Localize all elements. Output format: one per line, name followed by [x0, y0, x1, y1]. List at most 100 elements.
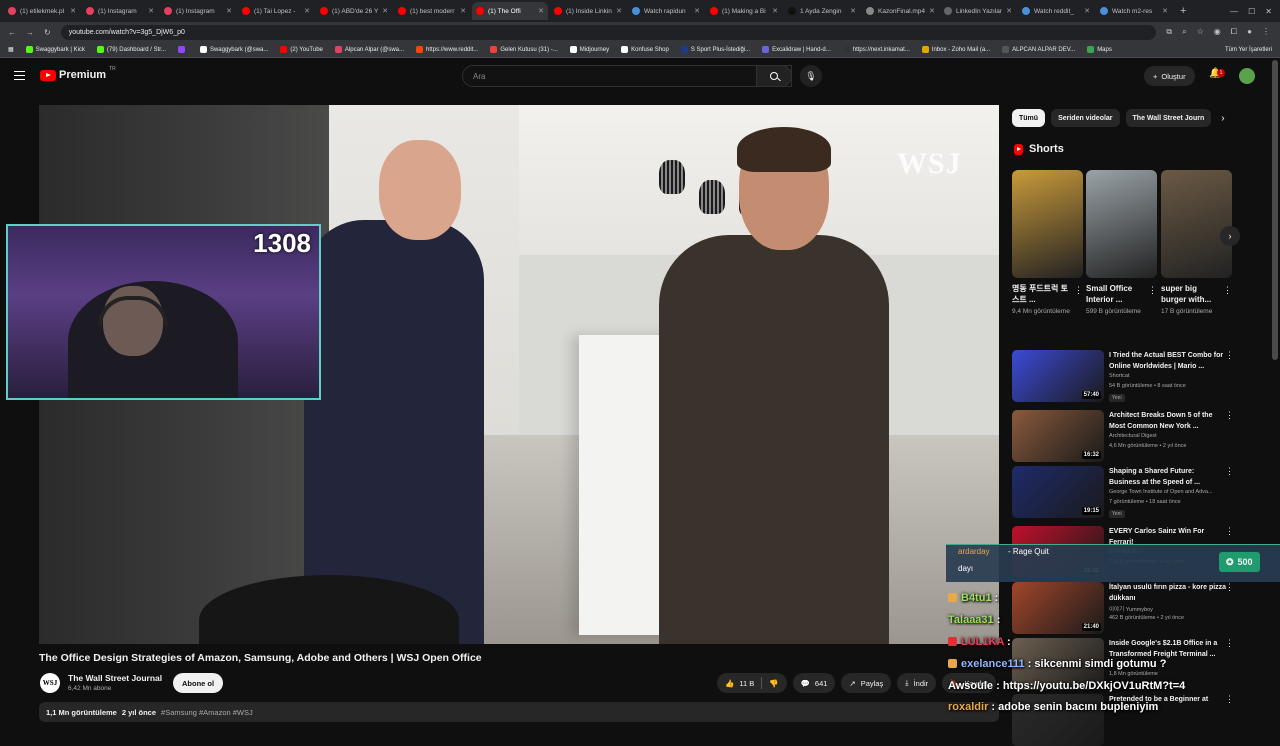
browser-tab[interactable]: (1) Instagram ✕ [82, 2, 158, 20]
browser-tab[interactable]: KazonFinal.mp4 ✕ [862, 2, 938, 20]
maximize-icon[interactable]: ☐ [1248, 7, 1255, 16]
more-options-icon[interactable]: ⋮ [1223, 285, 1232, 296]
forward-icon[interactable]: → [26, 28, 34, 37]
short-card[interactable]: 명동 푸드트럭 토스트 ... 9,4 Mn görüntüleme ⋮ [1012, 170, 1083, 317]
bookmark-item[interactable]: https://next.inkamat... [842, 46, 910, 53]
browser-tab[interactable]: Watch m2-res ✕ [1096, 2, 1172, 20]
create-button[interactable]: + Oluştur [1144, 66, 1195, 86]
extensions-puzzle-icon[interactable]: ⧠ [1231, 27, 1237, 37]
browser-tab[interactable]: Watch rapidun ✕ [628, 2, 704, 20]
bookmark-item[interactable]: ALPCAN ALPAR DEV... [1002, 46, 1075, 53]
share-button[interactable]: ↗ Paylaş [841, 673, 892, 693]
short-thumbnail[interactable] [1012, 170, 1083, 278]
video-title[interactable]: Shaping a Shared Future: Business at the… [1109, 466, 1227, 488]
browser-tab[interactable]: (1) ABD'de 26 Y ✕ [316, 2, 392, 20]
youtube-logo[interactable]: Premium TR [40, 66, 116, 81]
short-title[interactable]: super big burger with... [1161, 283, 1223, 305]
video-title[interactable]: İtalyan usulü fırın pizza - kore pizza d… [1109, 582, 1227, 604]
hashtags[interactable]: #Samsung #Amazon #WSJ [161, 708, 253, 717]
filter-chip[interactable]: Tümü [1012, 109, 1046, 127]
filter-chip[interactable]: Seriden videolar [1051, 109, 1120, 127]
tab-close-icon[interactable]: ✕ [70, 7, 76, 15]
video-thumbnail[interactable]: 19:15 [1012, 466, 1104, 518]
more-options-icon[interactable]: ⋮ [1148, 285, 1157, 296]
short-card[interactable]: Small Office Interior ... 599 B görüntüle… [1086, 170, 1157, 317]
bookmark-item[interactable] [177, 46, 188, 53]
bookmark-item[interactable]: Swaggybark | Kick [25, 46, 85, 53]
bookmark-item[interactable]: (79) Dashboard / Str... [96, 46, 166, 53]
tab-close-icon[interactable]: ✕ [148, 7, 154, 15]
profile-icon[interactable]: ● [1247, 27, 1252, 37]
tab-close-icon[interactable]: ✕ [538, 7, 544, 15]
tab-close-icon[interactable]: ✕ [382, 7, 388, 15]
more-options-icon[interactable]: ⋮ [1225, 350, 1234, 361]
bookmark-item[interactable]: Excalidraw | Hand-d... [762, 46, 831, 53]
tab-close-icon[interactable]: ✕ [616, 7, 622, 15]
browser-tab[interactable]: (1) Inside Linkin ✕ [550, 2, 626, 20]
subscribe-button[interactable]: Abone ol [173, 673, 224, 693]
video-thumbnail[interactable]: 21:40 [1012, 582, 1104, 634]
page-scrollbar[interactable] [1272, 60, 1278, 360]
bookmark-item[interactable]: https://www.reddit... [416, 46, 478, 53]
short-title[interactable]: 명동 푸드트럭 토스트 ... [1012, 283, 1074, 305]
chevron-right-icon[interactable]: › [1221, 113, 1224, 124]
browser-tab[interactable]: (1) Tai Lopez - ✕ [238, 2, 314, 20]
browser-tab[interactable]: (1) etilekmek.pl ✕ [4, 2, 80, 20]
tab-close-icon[interactable]: ✕ [1084, 7, 1090, 15]
browser-tab[interactable]: Watch reddit_ ✕ [1018, 2, 1094, 20]
bookmark-item[interactable]: Inbox - Zoho Mail (a... [921, 46, 990, 53]
more-options-icon[interactable]: ⋮ [1225, 466, 1234, 477]
bookmark-item[interactable]: Konfuse Shop [621, 46, 669, 53]
dislike-icon[interactable]: 👎 [769, 679, 778, 688]
like-icon[interactable]: 👍 [725, 679, 734, 688]
channel-name[interactable]: Shortcat [1109, 373, 1227, 379]
reload-icon[interactable]: ↻ [44, 28, 51, 37]
tab-close-icon[interactable]: ✕ [226, 7, 232, 15]
tab-close-icon[interactable]: ✕ [1162, 7, 1168, 15]
video-title[interactable]: Architect Breaks Down 5 of the Most Comm… [1109, 410, 1227, 432]
new-tab-icon[interactable]: + [1180, 5, 1186, 17]
back-icon[interactable]: ← [8, 28, 16, 37]
tab-close-icon[interactable]: ✕ [772, 7, 778, 15]
shorts-next-arrow-icon[interactable]: › [1220, 226, 1240, 246]
tab-close-icon[interactable]: ✕ [460, 7, 466, 15]
bookmark-item[interactable]: (2) YouTube [280, 46, 323, 53]
like-count[interactable]: 11 B [739, 679, 754, 688]
tab-close-icon[interactable]: ✕ [1006, 7, 1012, 15]
recommended-video[interactable]: 57:40 I Tried the Actual BEST Combo for O… [1012, 350, 1242, 402]
bookmark-item[interactable]: Alpcan Alpar (@swa... [334, 46, 404, 53]
hamburger-menu-icon[interactable] [14, 71, 25, 80]
more-options-icon[interactable]: ⋮ [1225, 526, 1234, 537]
short-card[interactable]: super big burger with... 17 B görüntüleme… [1161, 170, 1232, 317]
browser-tab[interactable]: 1 Ayda Zengin ✕ [784, 2, 860, 20]
channel-name[interactable]: George Town Institute of Open and Adva..… [1109, 489, 1227, 495]
recommended-video[interactable]: 21:40 İtalyan usulü fırın pizza - kore pi… [1012, 582, 1242, 634]
install-icon[interactable]: ⧉ [1166, 27, 1172, 37]
more-options-icon[interactable]: ⋮ [1225, 694, 1234, 705]
search-input[interactable]: Ara [462, 65, 792, 87]
video-thumbnail[interactable]: 16:32 [1012, 410, 1104, 462]
voice-search-button[interactable]: 🎙 [800, 65, 822, 87]
browser-menu-icon[interactable]: ⋮ [1262, 27, 1270, 37]
bookmark-item[interactable]: Gelen Kutusu (31) -... [490, 46, 558, 53]
video-title[interactable]: I Tried the Actual BEST Combo for Online… [1109, 350, 1227, 372]
more-options-icon[interactable]: ⋮ [1074, 285, 1083, 296]
download-button[interactable]: ⤓ İndir [897, 673, 937, 693]
browser-tab[interactable]: (1) Making a Bi ✕ [706, 2, 782, 20]
bookmark-item[interactable]: Midjourney [569, 46, 609, 53]
channel-name[interactable]: Architectural Digest [1109, 433, 1227, 439]
star-icon[interactable]: ☆ [1197, 27, 1204, 37]
tab-close-icon[interactable]: ✕ [304, 7, 310, 15]
browser-tab[interactable]: (1) Instagram ✕ [160, 2, 236, 20]
recommended-video[interactable]: 16:32 Architect Breaks Down 5 of the Most… [1012, 410, 1242, 462]
browser-tab[interactable]: (1) best moderr ✕ [394, 2, 470, 20]
browser-tab[interactable]: (1) The Offi ✕ [472, 2, 548, 20]
zoom-icon[interactable]: ⌕ [1182, 27, 1186, 37]
short-thumbnail[interactable] [1161, 170, 1232, 278]
short-title[interactable]: Small Office Interior ... [1086, 283, 1148, 305]
more-options-icon[interactable]: ⋮ [1225, 582, 1234, 593]
close-window-icon[interactable]: ✕ [1265, 7, 1272, 16]
recommended-video[interactable]: 19:15 Shaping a Shared Future: Business a… [1012, 466, 1242, 518]
channel-name[interactable]: The Wall Street Journal [68, 673, 162, 683]
more-options-icon[interactable]: ⋮ [1225, 410, 1234, 421]
